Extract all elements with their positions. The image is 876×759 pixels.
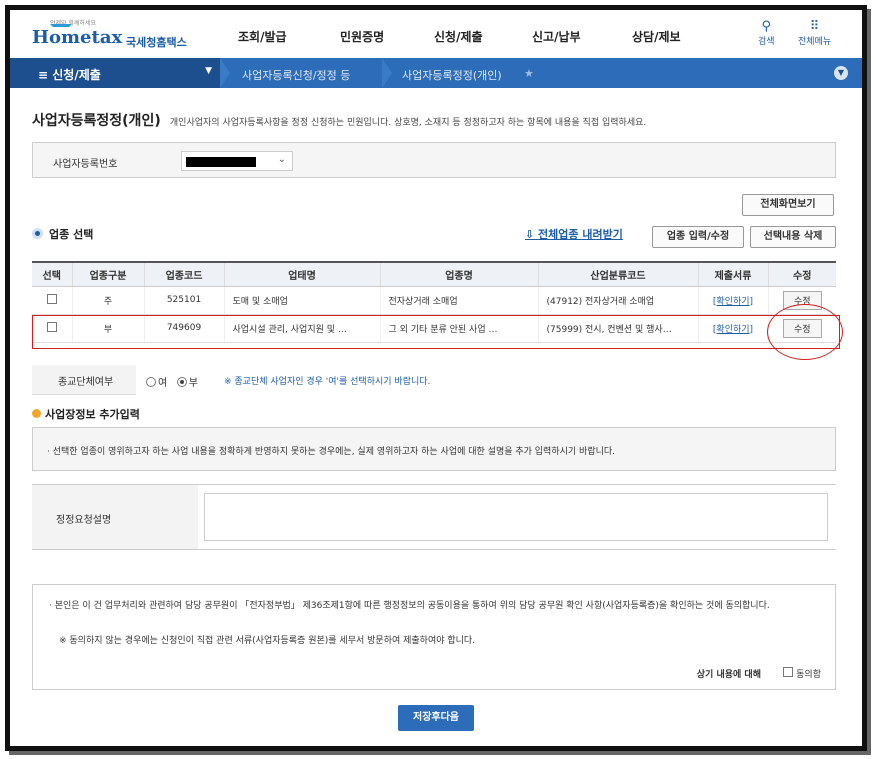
cell-code: 525101 [143, 286, 224, 315]
religion-yes-radio[interactable] [146, 377, 156, 387]
save-next-button[interactable]: 저장후다음 [398, 705, 474, 731]
hometax-logo[interactable]: 언제와 함께하세요 Hometax 국세청홈택스 [28, 18, 198, 52]
agree-checkbox[interactable] [783, 667, 794, 677]
col-select: 선택 [32, 261, 72, 287]
dropdown-icon: ▼ [205, 66, 212, 76]
business-number-label: 사업자등록번호 [53, 159, 118, 170]
table-header-row: 선택 업종구분 업종코드 업태명 업종명 산업분류코드 제출서류 수정 [32, 261, 836, 287]
search-label: 검색 [758, 37, 775, 47]
crumb-arrow-icon [220, 58, 230, 88]
gnb-consult[interactable]: 상담/제보 [632, 28, 681, 45]
bullet-icon [32, 228, 43, 239]
crumb-arrow-icon [382, 58, 392, 88]
page-title: 사업자등록정정(개인) [32, 113, 161, 129]
religion-label: 종교단체여부 [32, 365, 136, 395]
highlight-row-annotation [32, 315, 840, 349]
col-item: 업종명 [379, 261, 538, 287]
gnb-apply[interactable]: 신청/제출 [434, 28, 483, 45]
col-type: 업종구분 [71, 261, 144, 287]
gnb-inquiry[interactable]: 조회/발급 [238, 28, 287, 45]
col-class-code: 산업분류코드 [537, 261, 698, 287]
chevron-down-icon[interactable]: ▼ [834, 66, 848, 80]
row-checkbox[interactable] [46, 293, 57, 304]
religion-note: ※ 종교단체 사업자인 경우 '여'를 선택하시기 바랍니다. [224, 377, 431, 387]
consent-question: 상기 내용에 대해 [696, 670, 761, 680]
highlight-circle-annotation [767, 304, 843, 360]
request-description-label: 정정요청설명 [32, 485, 198, 549]
star-icon[interactable]: ★ [524, 67, 534, 80]
industry-section-title: 업종 선택 [32, 226, 93, 242]
all-menu-tool[interactable]: ⠿ 전체메뉴 [798, 19, 832, 48]
consent-text: · 본인은 이 건 업무처리와 관련하여 담당 공무원이 「전자정부법」 제36… [49, 601, 770, 611]
workplace-section-title: 사업장정보 추가입력 [32, 406, 140, 422]
business-number-box: 사업자등록번호 ⌄ [32, 142, 836, 178]
top-header: 언제와 함께하세요 Hometax 국세청홈택스 조회/발급 민원증명 신청/제… [10, 10, 862, 58]
full-view-button[interactable]: 전체화면보기 [742, 194, 834, 216]
breadcrumb-1[interactable]: 사업자등록신청/정정 등 [242, 67, 350, 83]
consent-note: ※ 동의하지 않는 경우에는 신청인이 직접 관련 서류(사업자등록증 원본)를… [59, 636, 476, 646]
download-all-industries-link[interactable]: ⇩ 전체업종 내려받기 [525, 226, 623, 242]
logo-brand: Hometax [32, 27, 123, 48]
all-menu-label: 전체메뉴 [798, 37, 832, 47]
nav-bar: ≡ 신청/제출 ▼ 사업자등록신청/정정 등 사업자등록정정(개인) ★ ▼ [10, 58, 862, 88]
page-description: 개인사업자의 사업자등록사항을 정정 신청하는 민원입니다. 상호명, 소재지 … [169, 118, 647, 128]
search-icon: ⚲ [761, 19, 772, 34]
logo-kr-text: 국세청홈택스 [126, 36, 187, 49]
religion-no-radio[interactable] [176, 377, 187, 387]
religion-yes-label: 여 [158, 378, 168, 389]
cell-item: 전자상거래 소매업 [379, 286, 538, 315]
business-number-select[interactable]: ⌄ [181, 151, 293, 171]
download-icon: ⇩ [525, 228, 539, 241]
workplace-info-box: · 선택한 업종이 영위하고자 하는 사업 내용을 정확하게 반영하지 못하는 … [32, 427, 836, 471]
confirm-doc-link[interactable]: [확인하기] [713, 297, 753, 307]
gnb-certificate[interactable]: 민원증명 [340, 28, 384, 45]
col-biz-type: 업태명 [223, 261, 380, 287]
search-tool[interactable]: ⚲ 검색 [758, 19, 775, 48]
agree-label: 동의함 [796, 670, 821, 680]
bullet-icon [32, 409, 41, 418]
industry-edit-button[interactable]: 업종 입력/수정 [652, 226, 744, 248]
cell-biz-type: 도매 및 소매업 [223, 286, 380, 315]
gnb-report[interactable]: 신고/납부 [532, 28, 581, 45]
nav-menu[interactable]: ≡ 신청/제출 ▼ [10, 58, 220, 88]
religion-options: 여 부 [146, 374, 198, 389]
table-row: 주 525101 도매 및 소매업 전자상거래 소매업 (47912) 전자상거… [32, 286, 836, 315]
cell-class-code: (47912) 전자상거래 소매업 [537, 286, 698, 315]
chevron-down-icon: ⌄ [277, 154, 286, 165]
breadcrumb-2[interactable]: 사업자등록정정(개인) [402, 67, 502, 83]
request-description-row: 정정요청설명 [32, 484, 836, 550]
screenshot-frame: 언제와 함께하세요 Hometax 국세청홈택스 조회/발급 민원증명 신청/제… [5, 5, 867, 751]
masked-value [186, 157, 256, 167]
title-row: 사업자등록정정(개인) 개인사업자의 사업자등록사항을 정정 신청하는 민원입니… [32, 110, 646, 130]
nav-menu-label: ≡ 신청/제출 [38, 68, 101, 82]
grid-menu-icon: ⠿ [809, 19, 820, 34]
consent-box: · 본인은 이 건 업무처리와 관련하여 담당 공무원이 「전자정부법」 제36… [32, 584, 836, 690]
religion-no-label: 부 [188, 378, 198, 389]
col-doc: 제출서류 [697, 261, 768, 287]
col-edit: 수정 [767, 261, 836, 287]
delete-selected-button[interactable]: 선택내용 삭제 [750, 226, 836, 248]
consent-agree[interactable]: 동의함 [783, 667, 821, 680]
col-code: 업종코드 [143, 261, 224, 287]
cell-type: 주 [71, 286, 144, 315]
request-description-textarea[interactable] [204, 493, 828, 541]
religion-row: 종교단체여부 여 부 ※ 종교단체 사업자인 경우 '여'를 선택하시기 바랍니… [32, 365, 836, 395]
